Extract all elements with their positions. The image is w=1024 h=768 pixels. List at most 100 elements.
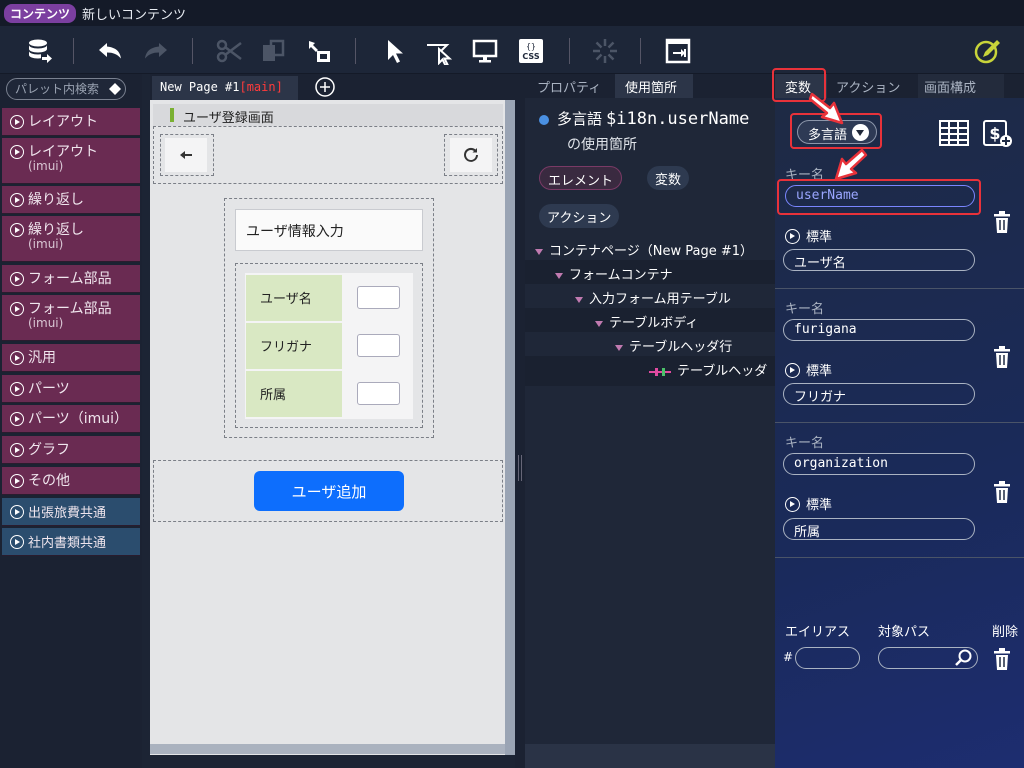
- trash-icon[interactable]: [993, 211, 1011, 233]
- standard-label-row: 標準: [785, 226, 832, 245]
- toolbar-separator: [640, 38, 641, 64]
- palette-item-label: レイアウト: [28, 114, 98, 130]
- trash-icon[interactable]: [993, 346, 1011, 368]
- cut-icon[interactable]: [214, 36, 244, 66]
- palette-item-other[interactable]: その他: [2, 467, 140, 495]
- play-circle-icon[interactable]: [785, 229, 800, 244]
- tree-node-input-table[interactable]: 入力フォーム用テーブル: [525, 284, 775, 308]
- target-path-header: 対象パス: [878, 625, 931, 640]
- tree-node-label: フォームコンテナ: [569, 268, 673, 283]
- add-tab-icon[interactable]: [314, 76, 336, 98]
- standard-value-input[interactable]: フリガナ: [783, 383, 975, 405]
- highlight-key-input: [777, 179, 981, 215]
- panel-splitter[interactable]: [515, 74, 525, 768]
- standard-value-input[interactable]: 所属: [783, 518, 975, 540]
- palette-item-form-parts-imui[interactable]: フォーム部品 (imui): [2, 295, 140, 341]
- tab-usages[interactable]: 使用箇所: [615, 74, 693, 98]
- palette-item-form-parts[interactable]: フォーム部品: [2, 265, 140, 293]
- expand-triangle-icon: [615, 344, 623, 351]
- palette-item-label: パーツ（imui）: [28, 411, 129, 427]
- standard-value-input[interactable]: ユーザ名: [783, 249, 975, 271]
- key-name-input[interactable]: organization: [783, 453, 975, 475]
- usage-tab-bar: プロパティ 使用箇所: [525, 74, 775, 98]
- palette-item-layout-imui[interactable]: レイアウト (imui): [2, 138, 140, 184]
- card-title: ユーザ情報入力: [235, 209, 423, 251]
- paste-icon[interactable]: [258, 36, 288, 66]
- trash-icon[interactable]: [993, 481, 1011, 503]
- vertical-scrollbar[interactable]: [505, 100, 515, 755]
- add-variable-icon[interactable]: $: [983, 120, 1013, 148]
- table-grid-icon[interactable]: [939, 120, 969, 146]
- reload-button[interactable]: [450, 138, 492, 172]
- css-icon[interactable]: {} CSS: [516, 36, 546, 66]
- alias-input[interactable]: [795, 647, 860, 669]
- horizontal-scrollbar[interactable]: [150, 744, 505, 754]
- tab-screen-structure[interactable]: 画面構成: [918, 74, 1004, 98]
- filter-chip-element[interactable]: エレメント: [539, 166, 623, 190]
- splitter-handle-icon[interactable]: [518, 455, 522, 481]
- form-label: ユーザ名: [246, 275, 342, 321]
- usage-subheading: の使用箇所: [567, 137, 637, 153]
- usage-scrollbar[interactable]: [525, 744, 775, 768]
- move-icon[interactable]: [304, 36, 334, 66]
- pointer-outline-icon[interactable]: [424, 36, 454, 66]
- palette-item-repeat-imui[interactable]: 繰り返し (imui): [2, 216, 140, 262]
- play-circle-icon: [10, 443, 24, 457]
- window-title: 新しいコンテンツ: [82, 7, 187, 23]
- palette-item-repeat[interactable]: 繰り返し: [2, 186, 140, 214]
- toolbar-separator: [355, 38, 356, 64]
- tree-node-form-container[interactable]: フォームコンテナ: [525, 260, 775, 284]
- add-user-button[interactable]: ユーザ追加: [254, 471, 404, 511]
- screen-title-marker: [170, 108, 174, 122]
- play-circle-icon[interactable]: [785, 497, 800, 512]
- toolbar-separator: [569, 38, 570, 64]
- play-circle-icon[interactable]: [785, 363, 800, 378]
- tree-node-table-header[interactable]: テーブルヘッダ: [525, 356, 775, 386]
- divider: [775, 422, 1024, 423]
- organization-input[interactable]: [357, 382, 400, 405]
- tab-page-scope: [main]: [239, 80, 283, 94]
- redo-icon[interactable]: [140, 36, 170, 66]
- annotation-arrow-icon: [834, 148, 868, 181]
- back-button[interactable]: [165, 138, 207, 172]
- play-circle-icon: [10, 272, 24, 286]
- usage-heading-variable: $i18n.userName: [606, 109, 750, 129]
- tree-node-table-body[interactable]: テーブルボディ: [525, 308, 775, 332]
- palette-item-label: パーツ: [28, 381, 70, 397]
- furigana-input[interactable]: [357, 334, 400, 357]
- palette-item-label: 繰り返し: [28, 222, 84, 238]
- palette-item-layout[interactable]: レイアウト: [2, 108, 140, 136]
- form-row-username: ユーザ名: [246, 275, 412, 321]
- palette-item-travel-common[interactable]: 出張旅費共通: [2, 498, 140, 526]
- palette-item-general[interactable]: 汎用: [2, 344, 140, 372]
- svg-text:$: $: [989, 124, 1000, 143]
- export-icon[interactable]: [663, 36, 693, 66]
- palette-item-parts[interactable]: パーツ: [2, 375, 140, 403]
- tab-properties[interactable]: プロパティ: [527, 74, 613, 98]
- undo-icon[interactable]: [96, 36, 126, 66]
- standard-label: 標準: [806, 364, 833, 379]
- trash-icon[interactable]: [993, 648, 1011, 670]
- tab-new-page[interactable]: New Page #1[main]: [152, 76, 298, 100]
- clear-search-icon[interactable]: [108, 82, 122, 96]
- edit-pen-icon[interactable]: [972, 36, 1002, 66]
- key-name-input[interactable]: furigana: [783, 319, 975, 341]
- database-export-icon[interactable]: [24, 36, 54, 66]
- monitor-icon[interactable]: [470, 36, 500, 66]
- tree-node-container-page[interactable]: コンテナページ（New Page #1）: [525, 236, 775, 260]
- standard-label: 標準: [806, 230, 833, 245]
- palette-item-graph[interactable]: グラフ: [2, 436, 140, 464]
- select-pointer-icon[interactable]: [380, 36, 410, 66]
- toolbar: {} CSS: [0, 26, 1024, 74]
- loading-icon[interactable]: [590, 36, 620, 66]
- username-input[interactable]: [357, 286, 400, 309]
- form-label: 所属: [246, 371, 342, 417]
- usage-heading: 多言語 $i18n.userName: [557, 108, 749, 129]
- play-circle-icon: [10, 115, 24, 129]
- search-icon[interactable]: [955, 649, 973, 667]
- filter-chip-variable[interactable]: 変数: [647, 166, 690, 190]
- tree-node-table-header-row[interactable]: テーブルヘッダ行: [525, 332, 775, 356]
- filter-chip-action[interactable]: アクション: [539, 204, 620, 228]
- palette-item-parts-imui[interactable]: パーツ（imui）: [2, 405, 140, 433]
- palette-item-internal-docs-common[interactable]: 社内書類共通: [2, 528, 140, 556]
